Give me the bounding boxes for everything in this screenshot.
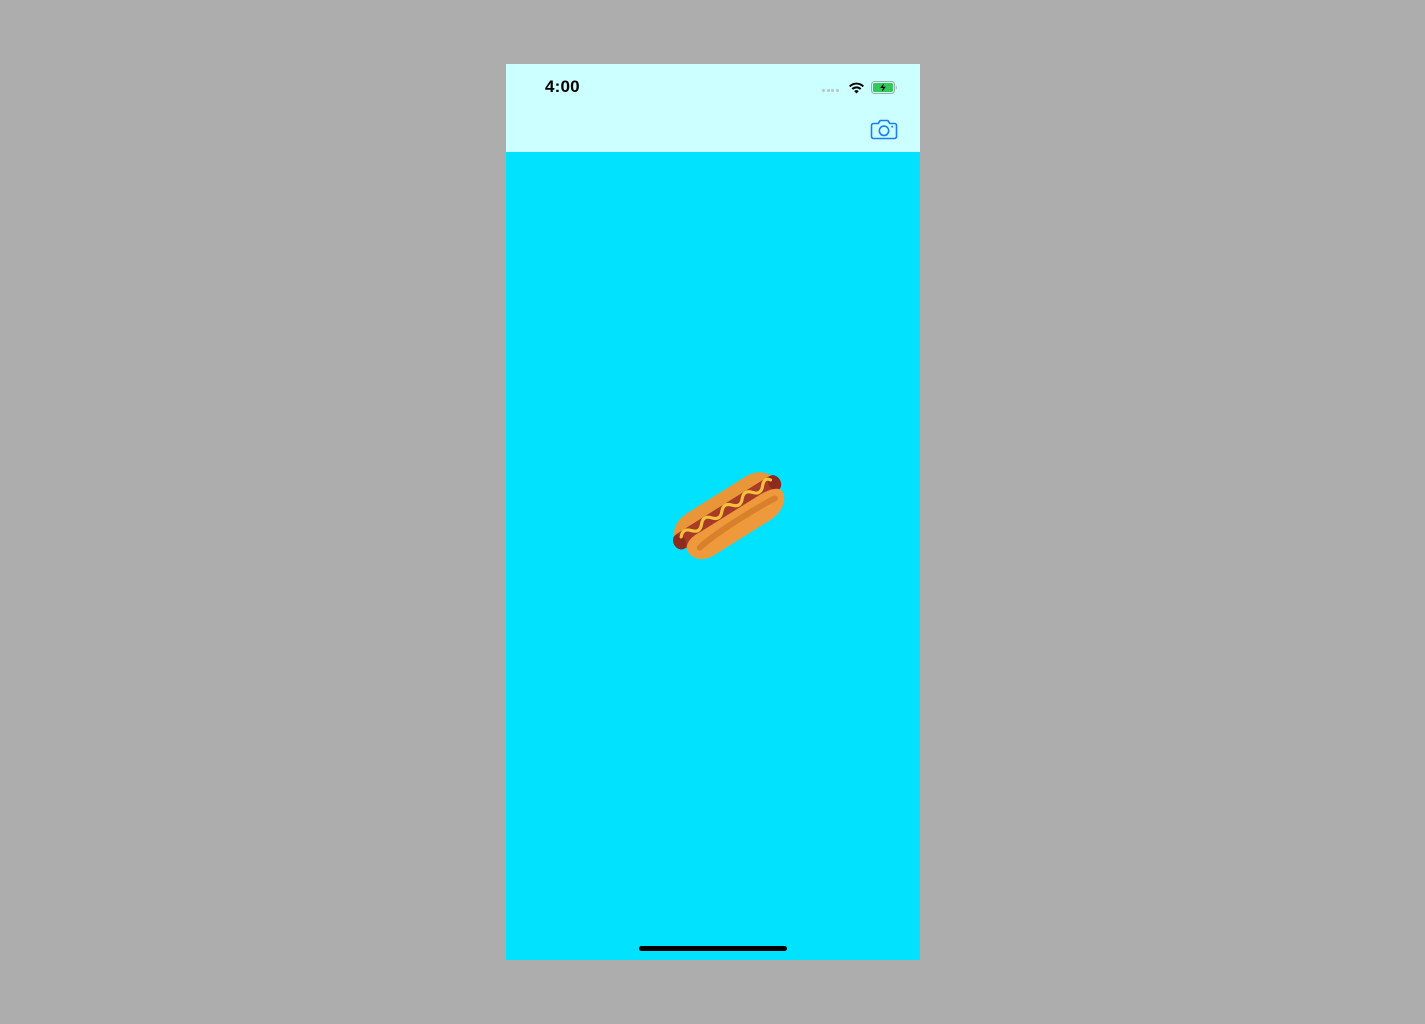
battery-charging-icon [871,80,897,94]
phone-screen: 4:00 [506,64,920,960]
camera-button[interactable] [870,118,900,142]
status-bar-indicators [822,79,898,95]
camera-icon [870,119,898,140]
cellular-signal-dots-icon [822,88,840,92]
navigation-bar: 4:00 [506,64,920,152]
hotdog-image [672,472,785,560]
status-time: 4:00 [545,77,580,96]
home-indicator[interactable] [639,946,787,951]
wifi-icon [849,82,864,93]
